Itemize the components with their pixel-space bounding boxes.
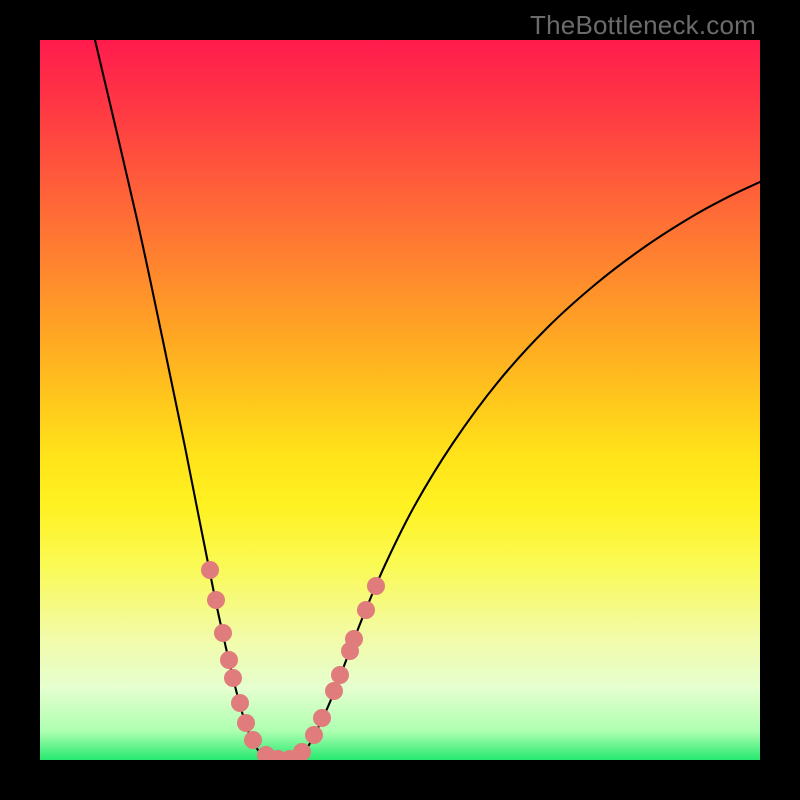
curve-right-ascent (294, 182, 760, 759)
marker-group (201, 561, 385, 760)
data-marker (224, 669, 242, 687)
data-marker (313, 709, 331, 727)
chart-container: TheBottleneck.com (0, 0, 800, 800)
data-marker (214, 624, 232, 642)
data-marker (325, 682, 343, 700)
data-marker (244, 731, 262, 749)
data-marker (237, 714, 255, 732)
data-marker (331, 666, 349, 684)
data-marker (357, 601, 375, 619)
data-marker (367, 577, 385, 595)
data-marker (220, 651, 238, 669)
curve-left-descent (95, 40, 270, 759)
data-marker (231, 694, 249, 712)
watermark-text: TheBottleneck.com (530, 10, 756, 41)
data-marker (201, 561, 219, 579)
plot-area (40, 40, 760, 760)
curve-svg (40, 40, 760, 760)
data-marker (345, 630, 363, 648)
data-marker (207, 591, 225, 609)
data-marker (305, 726, 323, 744)
